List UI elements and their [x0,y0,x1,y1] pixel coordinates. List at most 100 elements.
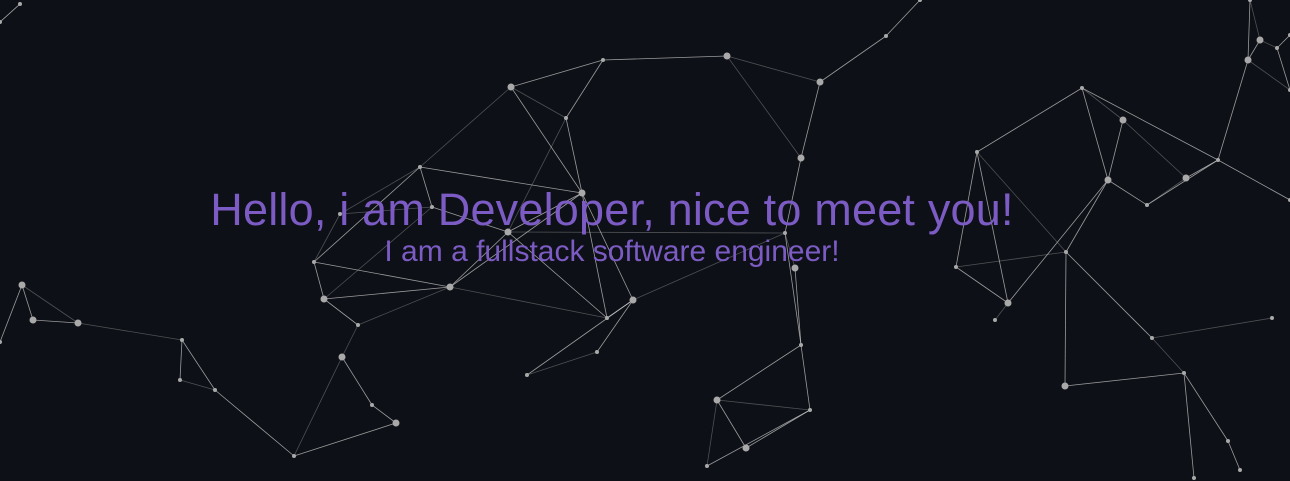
network-link [706,399,718,467]
network-node [213,388,217,392]
network-link [0,284,23,343]
network-link [716,399,811,411]
network-link [507,192,583,233]
network-link [745,409,811,449]
network-link [323,286,451,300]
network-link [341,324,359,358]
network-node [605,316,609,320]
network-link [1146,159,1219,206]
network-link [1107,119,1124,181]
network-link [371,404,397,424]
network-link [1249,0,1261,41]
network-link [313,213,341,263]
network-link [21,284,34,321]
network-node [370,403,374,407]
network-link [32,319,79,324]
hero-section: Hello, i am Developer, nice to meet you!… [0,0,1290,481]
network-link [726,55,821,83]
network-node [1004,299,1012,307]
network-link [1183,372,1195,479]
network-link [179,339,183,381]
network-link [1217,59,1249,161]
network-node [1192,476,1196,480]
network-link [449,231,509,288]
network-link [339,166,421,215]
network-node [504,228,512,236]
network-link [632,232,786,301]
network-link [21,284,79,324]
network-node [993,318,997,322]
network-link [1007,179,1109,304]
network-node [180,338,184,342]
network-link [526,351,598,376]
network-node [430,205,434,209]
network-link [1107,179,1148,206]
network-link [955,151,978,268]
network-node [1238,468,1242,472]
network-link [323,206,433,300]
network-link [602,55,728,61]
network-node [816,78,824,86]
network-link [581,192,634,301]
network-node [338,353,346,361]
network-node [1270,316,1274,320]
network-link [313,166,421,263]
network-link [976,151,1067,253]
network-link [955,251,1067,268]
network-link [885,0,921,37]
network-node [1061,382,1069,390]
network-node [629,296,637,304]
network-link [0,3,21,23]
network-node [1119,116,1127,124]
network-link [526,299,634,376]
network-node [1244,56,1252,64]
network-link [507,231,786,234]
network-node [0,340,2,344]
network-node [884,34,888,38]
network-node [292,454,296,458]
network-link [419,166,583,194]
network-link [716,344,802,401]
network-node [356,323,360,327]
network-node [18,2,22,6]
network-node [312,260,316,264]
network-node [578,189,586,197]
network-link [293,422,397,457]
network-link [510,86,567,119]
network-link [819,35,887,83]
network-node [975,150,979,154]
network-node [1150,336,1154,340]
network-link [1081,87,1109,181]
network-link [77,322,183,341]
network-link [1081,87,1219,161]
network-link [313,261,325,300]
network-link [313,261,451,288]
network-node [705,464,709,468]
network-node [1226,439,1230,443]
network-link [1151,317,1273,339]
network-link [955,266,1009,304]
network-link [976,151,1009,304]
network-link [726,55,802,159]
network-node [713,396,721,404]
network-node [18,281,26,289]
network-link [1276,34,1290,49]
network-link [1065,179,1109,253]
network-link [706,409,811,467]
network-node [783,231,787,235]
network-node [808,408,812,412]
network-node [1275,46,1279,50]
particle-network-background [0,0,1290,480]
network-node [791,264,799,272]
network-link [1081,87,1124,121]
network-link [976,87,1083,153]
network-node [601,58,605,62]
network-link [1064,251,1067,387]
network-link [1183,372,1229,442]
network-link [293,356,343,457]
network-node [1182,174,1190,182]
network-link [1217,159,1290,201]
network-link [596,299,634,353]
network-node [418,165,422,169]
network-node [74,319,82,327]
